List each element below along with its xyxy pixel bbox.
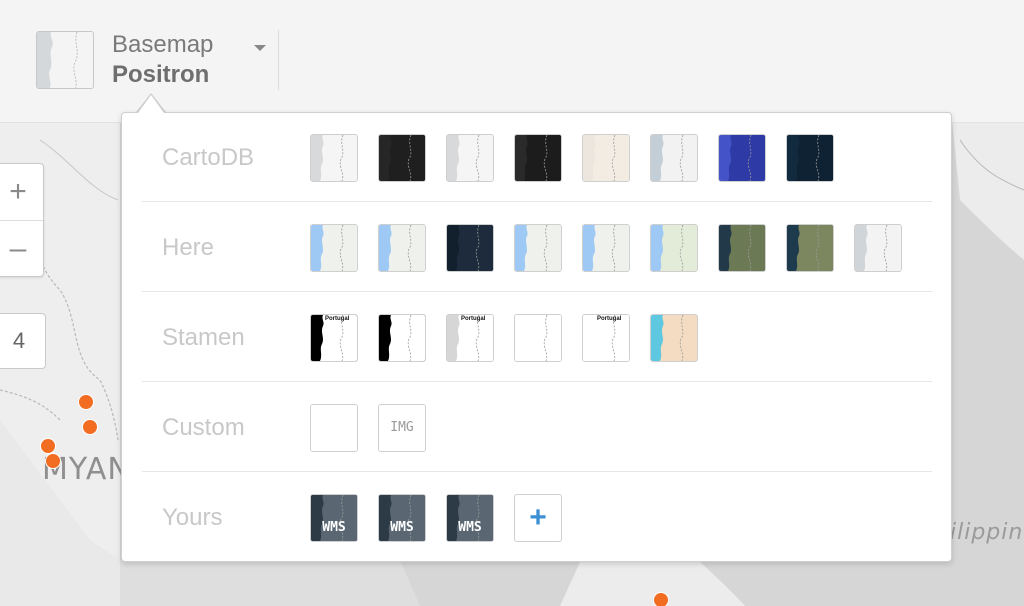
category-label: Custom [162, 414, 245, 441]
basemap-tile-wms[interactable]: WMS [446, 494, 494, 542]
map-point[interactable] [82, 419, 98, 435]
zoom-control: + – [0, 163, 44, 277]
category-row-here: Here [142, 203, 932, 293]
basemap-tile-image[interactable]: IMG [378, 404, 426, 452]
category-label: Stamen [162, 324, 245, 351]
wms-label: WMS [322, 520, 346, 535]
category-row-custom: Custom IMG [142, 383, 932, 473]
caret-down-icon[interactable] [254, 45, 266, 51]
basemap-dropdown-panel: CartoDB Here Stamen Portugal Portugal Port… [121, 112, 952, 562]
basemap-tile-flat[interactable] [650, 134, 698, 182]
map-point[interactable] [653, 592, 669, 606]
basemap-tile-toner-lite[interactable]: Portugal [446, 314, 494, 362]
tile-map-label: Portugal [325, 316, 350, 322]
basemap-tile-satellite[interactable] [718, 224, 766, 272]
map-point[interactable] [78, 394, 94, 410]
tile-list: WMS WMS WMS + [310, 494, 582, 542]
basemap-tile-dark[interactable] [378, 134, 426, 182]
wms-label: WMS [390, 520, 414, 535]
basemap-tile-grey[interactable] [854, 224, 902, 272]
basemap-tile-wms[interactable]: WMS [310, 494, 358, 542]
basemap-thumbnail [36, 31, 94, 89]
basemap-tile-light-nolabels[interactable] [446, 134, 494, 182]
basemap-tile-night[interactable] [446, 224, 494, 272]
map-country-label: ilippin [950, 520, 1024, 545]
tile-list: IMG [310, 404, 446, 452]
basemap-current-value: Positron [112, 61, 210, 88]
basemap-tile-normal-grey[interactable] [378, 224, 426, 272]
row-divider [142, 381, 932, 382]
basemap-tile-antique[interactable] [582, 134, 630, 182]
basemap-tile-xyz[interactable] [310, 404, 358, 452]
basemap-tile-hybrid[interactable] [786, 224, 834, 272]
dropdown-arrow-fill [138, 95, 164, 113]
row-divider [142, 291, 932, 292]
basemap-tile-midnight[interactable] [786, 134, 834, 182]
tile-list [310, 224, 922, 272]
zoom-level-indicator: 4 [0, 313, 46, 369]
zoom-in-button[interactable]: + [0, 164, 43, 221]
tile-map-label: Portugal [597, 316, 622, 322]
basemap-tile-toner-lines[interactable] [514, 314, 562, 362]
add-basemap-button[interactable]: + [514, 494, 562, 542]
basemap-tile-eco[interactable] [718, 134, 766, 182]
basemap-selector[interactable]: Basemap Positron [30, 24, 280, 96]
img-label: IMG [390, 420, 414, 435]
plus-icon: + [529, 501, 547, 534]
map-point[interactable] [45, 453, 61, 469]
basemap-tile-watercolor[interactable] [650, 314, 698, 362]
map-point[interactable] [40, 438, 56, 454]
category-label: Here [162, 234, 215, 261]
basemap-tile-reduced[interactable] [514, 224, 562, 272]
basemap-tile-light[interactable] [310, 134, 358, 182]
basemap-title: Basemap [112, 31, 214, 58]
category-label: CartoDB [162, 144, 255, 171]
category-row-stamen: Stamen Portugal Portugal Portugal [142, 293, 932, 383]
tile-list: Portugal Portugal Portugal [310, 314, 718, 362]
basemap-tile-normal-day[interactable] [310, 224, 358, 272]
zoom-out-button[interactable]: – [0, 221, 43, 277]
basemap-tile-dark-nolabels[interactable] [514, 134, 562, 182]
basemap-tile-transit[interactable] [582, 224, 630, 272]
basemap-tile-wms[interactable]: WMS [378, 494, 426, 542]
wms-label: WMS [458, 520, 482, 535]
tile-map-label: Portugal [461, 316, 486, 322]
basemap-tile-toner-bg[interactable] [378, 314, 426, 362]
category-row-yours: Yours WMS WMS WMS + [142, 473, 932, 563]
category-label: Yours [162, 504, 223, 531]
row-divider [142, 471, 932, 472]
basemap-tile-terrain[interactable] [650, 224, 698, 272]
toolbar-divider [278, 30, 279, 90]
category-row-cartodb: CartoDB [142, 113, 932, 203]
basemap-tile-toner[interactable]: Portugal [310, 314, 358, 362]
basemap-tile-toner-labels[interactable]: Portugal [582, 314, 630, 362]
tile-list [310, 134, 854, 182]
row-divider [142, 201, 932, 202]
